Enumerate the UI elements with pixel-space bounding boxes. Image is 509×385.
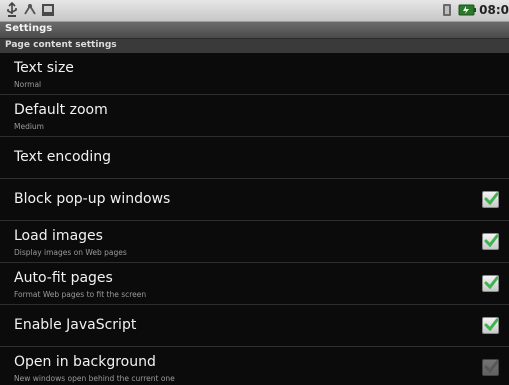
- setting-block-popups[interactable]: Block pop-up windows: [0, 179, 509, 221]
- setting-title: Block pop-up windows: [14, 191, 171, 207]
- setting-title: Default zoom: [14, 102, 108, 118]
- section-header: Page content settings: [0, 39, 509, 53]
- setting-auto-fit[interactable]: Auto-fit pages Format Web pages to fit t…: [0, 263, 509, 305]
- setting-summary: Normal: [14, 80, 42, 89]
- setting-text-size[interactable]: Text size Normal: [0, 53, 509, 95]
- sd-card-icon: [41, 2, 55, 18]
- page-title: Settings: [5, 23, 53, 34]
- usb-icon: [5, 1, 19, 18]
- clock: 08:0: [479, 3, 509, 17]
- checkmark-icon: [484, 234, 498, 248]
- setting-open-background[interactable]: Open in background New windows open behi…: [0, 347, 509, 385]
- setting-default-zoom[interactable]: Default zoom Medium: [0, 95, 509, 137]
- screen: 08:0 Settings Page content settings Text…: [0, 0, 509, 385]
- setting-summary: New windows open behind the current one: [14, 374, 175, 383]
- javascript-checkbox[interactable]: [482, 317, 499, 334]
- status-indicators: 08:0: [441, 2, 509, 18]
- setting-title: Auto-fit pages: [14, 270, 113, 286]
- status-bar: 08:0: [0, 0, 509, 22]
- setting-summary: Display images on Web pages: [14, 248, 127, 257]
- setting-title: Load images: [14, 228, 103, 244]
- setting-summary: Medium: [14, 122, 44, 131]
- checkmark-icon: [484, 192, 498, 206]
- setting-javascript[interactable]: Enable JavaScript: [0, 305, 509, 347]
- signal-icon: [441, 2, 455, 18]
- auto-fit-checkbox[interactable]: [482, 275, 499, 292]
- setting-title: Text encoding: [14, 149, 112, 165]
- setting-text-encoding[interactable]: Text encoding: [0, 137, 509, 179]
- checkmark-icon: [484, 276, 498, 290]
- checkmark-icon: [484, 318, 498, 332]
- battery-icon: [458, 2, 477, 18]
- block-popups-checkbox[interactable]: [482, 191, 499, 208]
- status-notifications: [5, 1, 55, 18]
- settings-list: Text size Normal Default zoom Medium Tex…: [0, 53, 509, 385]
- setting-title: Text size: [14, 60, 74, 76]
- load-images-checkbox[interactable]: [482, 233, 499, 250]
- title-bar: Settings: [0, 22, 509, 39]
- debug-icon: [23, 2, 37, 18]
- open-background-checkbox[interactable]: [482, 359, 499, 376]
- checkmark-icon: [484, 360, 498, 374]
- setting-title: Enable JavaScript: [14, 317, 137, 333]
- setting-load-images[interactable]: Load images Display images on Web pages: [0, 221, 509, 263]
- setting-title: Open in background: [14, 354, 156, 370]
- setting-summary: Format Web pages to fit the screen: [14, 290, 147, 299]
- section-header-label: Page content settings: [5, 40, 117, 50]
